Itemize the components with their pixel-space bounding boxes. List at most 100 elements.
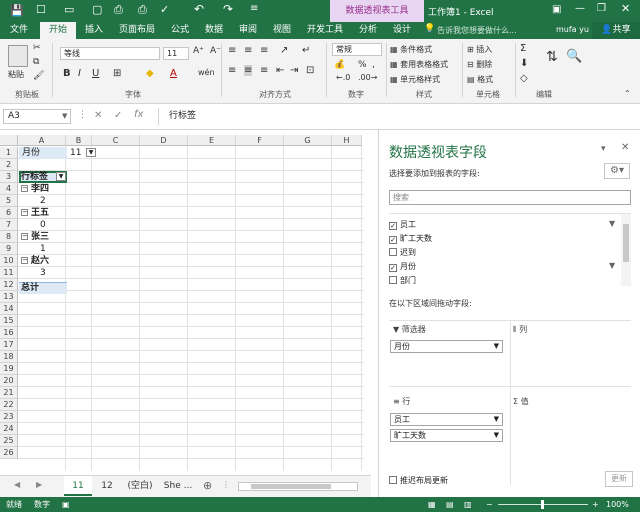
delete-cells-button[interactable]: ⊟ 删除 (467, 59, 492, 70)
row-header-11[interactable]: 11 (0, 267, 18, 279)
align-middle-icon[interactable]: ≡ (244, 45, 252, 56)
tab-developer[interactable]: 开发工具 (301, 22, 349, 39)
pivot-row-value[interactable]: 0 (40, 219, 46, 231)
zoom-level[interactable]: 100% (606, 497, 629, 512)
paste-label[interactable]: 粘贴 (8, 69, 24, 80)
column-header-a[interactable]: A (18, 135, 66, 146)
pivot-row-label[interactable]: 赵六 (31, 255, 49, 267)
cell-style-button[interactable]: ▦ 单元格样式 (390, 74, 440, 85)
print-preview-icon[interactable]: ⎙ (114, 3, 123, 17)
tab-home[interactable]: 开始 (40, 22, 76, 39)
column-header-b[interactable]: B (66, 135, 92, 146)
spreadsheet-grid[interactable]: ABCDEFGH 1 2 3 4 5 6 7 8 9 10 11 12 13 14 15 16 17 18 19 20… (0, 130, 371, 475)
grand-total-label[interactable]: 总计 (21, 282, 39, 294)
row-header-15[interactable]: 15 (0, 315, 18, 327)
row-header-19[interactable]: 19 (0, 363, 18, 375)
tab-review[interactable]: 审阅 (233, 22, 263, 39)
field-search-input[interactable]: 搜索 (389, 190, 631, 205)
zoom-out-icon[interactable]: − (486, 497, 493, 512)
next-sheet-icon[interactable]: ▶ (36, 480, 42, 489)
column-header-e[interactable]: E (188, 135, 236, 146)
filter-label-cell[interactable]: 月份 (22, 147, 40, 159)
touch-mode-icon[interactable]: ☐ (36, 3, 46, 16)
customize-qat-icon[interactable]: ≡ (250, 3, 258, 14)
row-header-9[interactable]: 9 (0, 243, 18, 255)
border-icon[interactable]: ⊞ (113, 68, 121, 79)
row-area-item[interactable]: 旷工天数 ▼ (390, 429, 503, 442)
sheet-tab-11[interactable]: 11 (64, 476, 92, 496)
format-cells-button[interactable]: ▤ 格式 (467, 74, 493, 85)
align-top-icon[interactable]: ≡ (228, 45, 236, 56)
ribbon-options-icon[interactable]: ▣ (552, 4, 561, 15)
pane-options-icon[interactable]: ▾ (601, 144, 606, 154)
open-file-icon[interactable]: ▢ (92, 3, 102, 16)
row-header-4[interactable]: 4 (0, 183, 18, 195)
pane-close-icon[interactable]: ✕ (621, 142, 629, 153)
table-format-button[interactable]: ▦ 套用表格格式 (390, 59, 448, 70)
collapse-toggle-icon[interactable]: − (21, 209, 28, 216)
tab-data[interactable]: 数据 (199, 22, 229, 39)
row-header-24[interactable]: 24 (0, 423, 18, 435)
checked-checkbox-icon[interactable]: ✓ (389, 222, 397, 230)
tab-file[interactable]: 文件 (0, 22, 38, 39)
italic-icon[interactable]: I (78, 68, 81, 79)
name-box-dropdown-icon[interactable]: ▼ (62, 112, 67, 120)
field-list-scrollbar[interactable] (621, 214, 631, 286)
new-file-icon[interactable]: ▭ (64, 3, 74, 16)
checked-checkbox-icon[interactable]: ✓ (389, 264, 397, 272)
pivot-row-label[interactable]: 张三 (31, 231, 49, 243)
format-painter-icon[interactable]: 🖌 (33, 71, 44, 81)
sheet-tab-blank[interactable]: (空白) (122, 476, 158, 496)
checked-checkbox-icon[interactable]: ✓ (389, 236, 397, 244)
row-header-6[interactable]: 6 (0, 207, 18, 219)
name-box[interactable]: A3 (3, 109, 71, 124)
column-header-h[interactable]: H (332, 135, 362, 146)
autosum-icon[interactable]: Σ (520, 43, 526, 54)
collapse-toggle-icon[interactable]: − (21, 185, 28, 192)
row-header-13[interactable]: 13 (0, 291, 18, 303)
minimize-button[interactable]: — (575, 3, 585, 14)
insert-cells-button[interactable]: ⊞ 插入 (467, 44, 492, 55)
tab-page-layout[interactable]: 页面布局 (113, 22, 161, 39)
row-header-14[interactable]: 14 (0, 303, 18, 315)
defer-layout-checkbox[interactable]: 推迟布局更新 (389, 475, 448, 486)
row-header-16[interactable]: 16 (0, 327, 18, 339)
enter-icon[interactable]: ✓ (114, 110, 122, 121)
prev-sheet-icon[interactable]: ◀ (14, 480, 20, 489)
row-header-17[interactable]: 17 (0, 339, 18, 351)
merge-center-icon[interactable]: ⊡ (306, 65, 314, 76)
align-bottom-icon[interactable]: ≡ (260, 45, 268, 56)
filter-area-item[interactable]: 月份 ▼ (390, 340, 503, 353)
scrollbar-thumb[interactable] (251, 484, 331, 489)
tab-formulas[interactable]: 公式 (165, 22, 195, 39)
clipboard-icon[interactable] (8, 45, 28, 67)
tab-analyze[interactable]: 分析 (353, 22, 383, 39)
sheet-tab-12[interactable]: 12 (94, 476, 120, 496)
formula-input[interactable]: 行标签 (158, 108, 636, 125)
collapse-toggle-icon[interactable]: − (21, 233, 28, 240)
cancel-icon[interactable]: ✕ (94, 110, 102, 121)
maximize-button[interactable]: ❐ (597, 3, 606, 14)
collapse-toggle-icon[interactable]: − (21, 257, 28, 264)
zoom-slider-thumb[interactable] (541, 500, 544, 509)
zoom-in-icon[interactable]: + (592, 497, 599, 512)
decrease-decimal-icon[interactable]: .00→ (358, 73, 377, 82)
column-header-g[interactable]: G (284, 135, 332, 146)
row-header-7[interactable]: 7 (0, 219, 18, 231)
column-header-c[interactable]: C (92, 135, 140, 146)
row-area-item[interactable]: 员工 ▼ (390, 413, 503, 426)
shrink-font-icon[interactable]: A⁻ (210, 46, 221, 56)
clear-icon[interactable]: ◇ (520, 73, 528, 84)
field-scroll-thumb[interactable] (623, 224, 629, 262)
font-size-box[interactable]: 11 (163, 47, 189, 60)
user-name[interactable]: mufa yu (556, 25, 589, 34)
pivot-row-label[interactable]: 李四 (31, 183, 49, 195)
font-name-box[interactable]: 等线 (60, 47, 160, 60)
row-header-5[interactable]: 5 (0, 195, 18, 207)
layout-gear-icon[interactable]: ⚙▾ (604, 163, 630, 179)
fill-icon[interactable]: ⬇ (520, 58, 528, 69)
cut-icon[interactable]: ✂ (33, 43, 41, 53)
field-item[interactable]: 部门 (389, 275, 416, 287)
add-sheet-icon[interactable]: ⊕ (203, 479, 212, 492)
sheet-scroll-menu-icon[interactable]: ⋮ (222, 480, 230, 489)
